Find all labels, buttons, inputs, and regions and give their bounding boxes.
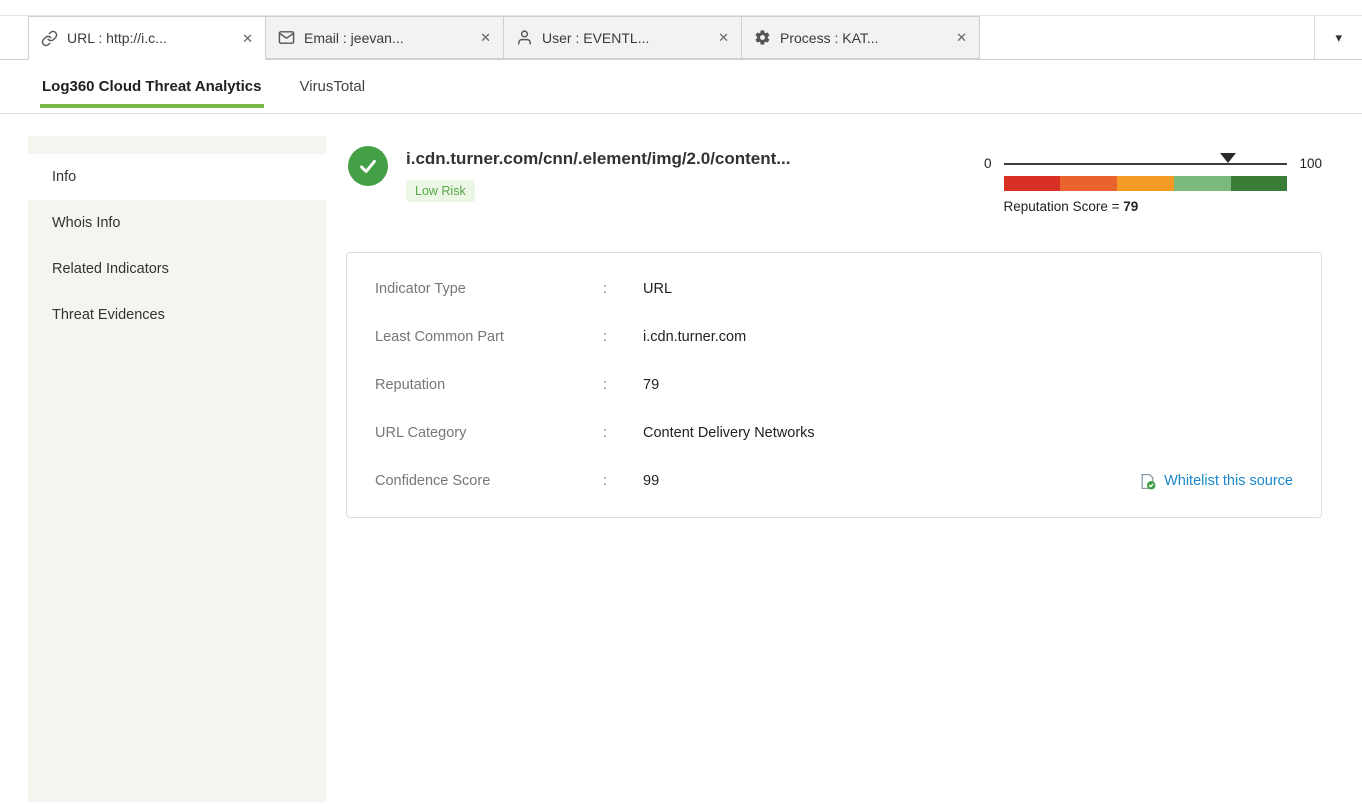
whitelist-doc-check-icon [1139,473,1156,490]
detail-value: 79 [643,377,659,393]
content-area: Info Whois Info Related Indicators Threa… [0,136,1362,802]
top-strip [0,0,1362,16]
detail-label: Confidence Score [375,473,603,489]
gauge-min-label: 0 [984,156,992,171]
detail-label: URL Category [375,425,603,441]
detail-colon: : [603,281,643,297]
main-panel: i.cdn.turner.com/cnn/.element/img/2.0/co… [326,136,1362,802]
detail-label: Indicator Type [375,281,603,297]
indicator-title: i.cdn.turner.com/cnn/.element/img/2.0/co… [406,149,790,169]
source-tab-bar: Log360 Cloud Threat Analytics VirusTotal [0,60,1362,114]
close-icon[interactable]: ✕ [480,31,491,44]
tab-url[interactable]: URL : http://i.c... ✕ [28,16,266,60]
gauge-segment [1117,176,1174,191]
chevron-down-icon[interactable]: ▾ [1314,16,1362,59]
gauge-max-label: 100 [1299,156,1322,171]
detail-value: URL [643,281,672,297]
table-row: Confidence Score : 99 Whitelist this sou… [347,457,1321,505]
whitelist-link-label: Whitelist this source [1164,473,1293,489]
sidebar-item-info[interactable]: Info [28,154,326,200]
close-icon[interactable]: ✕ [718,31,729,44]
gauge-bar [1004,176,1288,191]
tab-label: Email : jeevan... [304,30,470,46]
close-icon[interactable]: ✕ [956,31,967,44]
detail-label: Reputation [375,377,603,393]
tab-log360-cloud-threat-analytics[interactable]: Log360 Cloud Threat Analytics [40,60,264,113]
tab-email[interactable]: Email : jeevan... ✕ [266,16,504,59]
tab-label: Process : KAT... [780,30,946,46]
detail-value: i.cdn.turner.com [643,329,746,345]
gauge-segment [1231,176,1288,191]
tab-user[interactable]: User : EVENTL... ✕ [504,16,742,59]
sidebar-item-whois-info[interactable]: Whois Info [28,200,326,246]
gauge-caption: Reputation Score = 79 [1004,199,1288,214]
detail-colon: : [603,473,643,489]
detail-colon: : [603,329,643,345]
gauge-score-value: 79 [1123,199,1138,214]
link-icon [41,30,58,47]
gauge-caption-prefix: Reputation Score = [1004,199,1124,214]
low-risk-check-icon [348,146,388,186]
details-card: Indicator Type : URL Least Common Part :… [346,252,1322,518]
detail-value: 99 [643,473,659,489]
detail-label: Least Common Part [375,329,603,345]
gauge-segment [1174,176,1231,191]
indicator-header: i.cdn.turner.com/cnn/.element/img/2.0/co… [346,142,1322,214]
sidebar-item-threat-evidences[interactable]: Threat Evidences [28,292,326,338]
process-icon [754,29,771,46]
risk-badge: Low Risk [406,180,475,202]
table-row: URL Category : Content Delivery Networks [347,409,1321,457]
table-row: Indicator Type : URL [347,265,1321,313]
tab-virustotal[interactable]: VirusTotal [298,60,368,113]
reputation-gauge: 0 100 Reputation Score = 79 [984,156,1322,214]
detail-colon: : [603,377,643,393]
detail-value: Content Delivery Networks [643,425,815,441]
gauge-segment [1060,176,1117,191]
indicator-title-block: i.cdn.turner.com/cnn/.element/img/2.0/co… [406,142,790,202]
close-icon[interactable]: ✕ [242,32,253,45]
user-icon [516,29,533,46]
table-row: Reputation : 79 [347,361,1321,409]
sidebar-item-related-indicators[interactable]: Related Indicators [28,246,326,292]
gauge-line [1004,163,1288,165]
entity-tab-bar: URL : http://i.c... ✕ Email : jeevan... … [0,16,1362,60]
gauge-marker-icon [1220,153,1236,163]
whitelist-source-link[interactable]: Whitelist this source [1139,473,1293,490]
email-icon [278,29,295,46]
detail-colon: : [603,425,643,441]
tab-process[interactable]: Process : KAT... ✕ [742,16,980,59]
tab-label: User : EVENTL... [542,30,708,46]
gauge-segment [1004,176,1061,191]
table-row: Least Common Part : i.cdn.turner.com [347,313,1321,361]
sidebar: Info Whois Info Related Indicators Threa… [28,136,326,802]
tab-label: URL : http://i.c... [67,30,232,46]
